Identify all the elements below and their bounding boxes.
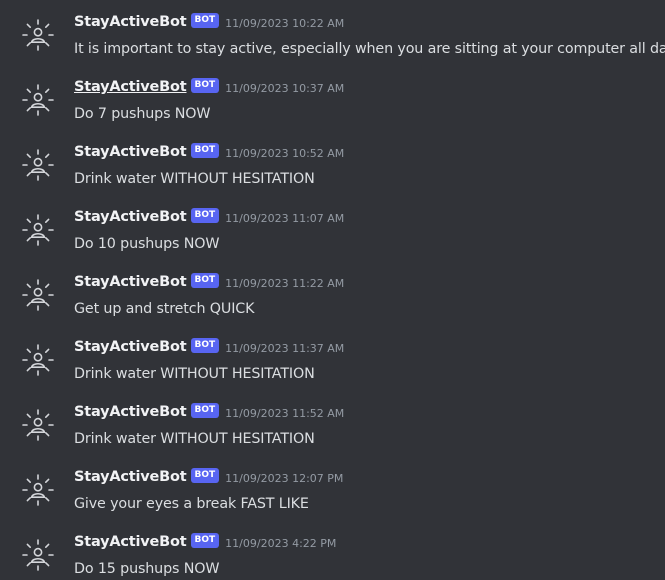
message-content: Drink water WITHOUT HESITATION	[74, 431, 315, 447]
message-header: StayActiveBot BOT 11/09/2023 10:37 AM	[74, 76, 344, 98]
username[interactable]: StayActiveBot	[74, 14, 187, 30]
message: StayActiveBot BOT 11/09/2023 10:37 AM Do…	[0, 73, 665, 138]
username[interactable]: StayActiveBot	[74, 534, 187, 550]
bot-tag: BOT	[190, 77, 220, 93]
bot-tag: BOT	[190, 207, 220, 223]
username[interactable]: StayActiveBot	[74, 274, 187, 290]
timestamp[interactable]: 11/09/2023 10:22 AM	[225, 17, 344, 30]
message-header: StayActiveBot BOT 11/09/2023 11:37 AM	[74, 336, 344, 358]
message-header: StayActiveBot BOT 11/09/2023 11:22 AM	[74, 271, 344, 293]
message-content: Do 7 pushups NOW	[74, 106, 211, 122]
message-header: StayActiveBot BOT 11/09/2023 10:22 AM	[74, 11, 344, 33]
timestamp[interactable]: 11/09/2023 10:52 AM	[225, 147, 344, 160]
message: StayActiveBot BOT 11/09/2023 11:07 AM Do…	[0, 203, 665, 268]
message-list: StayActiveBot BOT 11/09/2023 10:22 AM It…	[0, 0, 665, 580]
message-content: It is important to stay active, especial…	[74, 41, 665, 57]
message: StayActiveBot BOT 11/09/2023 12:07 PM Gi…	[0, 463, 665, 528]
message-content: Do 10 pushups NOW	[74, 236, 220, 252]
timestamp[interactable]: 11/09/2023 11:07 AM	[225, 212, 344, 225]
bot-avatar-icon[interactable]	[20, 82, 56, 118]
bot-avatar-icon[interactable]	[20, 342, 56, 378]
bot-avatar-icon[interactable]	[20, 407, 56, 443]
message: StayActiveBot BOT 11/09/2023 11:22 AM Ge…	[0, 268, 665, 333]
message-header: StayActiveBot BOT 11/09/2023 11:07 AM	[74, 206, 344, 228]
username[interactable]: StayActiveBot	[74, 79, 187, 95]
bot-avatar-icon[interactable]	[20, 277, 56, 313]
username[interactable]: StayActiveBot	[74, 469, 187, 485]
message-header: StayActiveBot BOT 11/09/2023 4:22 PM	[74, 531, 336, 553]
username[interactable]: StayActiveBot	[74, 209, 187, 225]
username[interactable]: StayActiveBot	[74, 404, 187, 420]
message: StayActiveBot BOT 11/09/2023 11:52 AM Dr…	[0, 398, 665, 463]
bot-tag: BOT	[190, 467, 220, 483]
bot-tag: BOT	[190, 532, 220, 548]
timestamp[interactable]: 11/09/2023 11:37 AM	[225, 342, 344, 355]
bot-avatar-icon[interactable]	[20, 147, 56, 183]
message: StayActiveBot BOT 11/09/2023 10:52 AM Dr…	[0, 138, 665, 203]
bot-avatar-icon[interactable]	[20, 17, 56, 53]
username[interactable]: StayActiveBot	[74, 339, 187, 355]
timestamp[interactable]: 11/09/2023 11:52 AM	[225, 407, 344, 420]
message-content: Give your eyes a break FAST LIKE	[74, 496, 309, 512]
bot-tag: BOT	[190, 337, 220, 353]
bot-tag: BOT	[190, 12, 220, 28]
message: StayActiveBot BOT 11/09/2023 4:22 PM Do …	[0, 528, 665, 580]
message-header: StayActiveBot BOT 11/09/2023 11:52 AM	[74, 401, 344, 423]
bot-tag: BOT	[190, 142, 220, 158]
message: StayActiveBot BOT 11/09/2023 11:37 AM Dr…	[0, 333, 665, 398]
message-content: Drink water WITHOUT HESITATION	[74, 171, 315, 187]
message: StayActiveBot BOT 11/09/2023 10:22 AM It…	[0, 8, 665, 73]
bot-avatar-icon[interactable]	[20, 537, 56, 573]
bot-avatar-icon[interactable]	[20, 472, 56, 508]
message-header: StayActiveBot BOT 11/09/2023 12:07 PM	[74, 466, 343, 488]
timestamp[interactable]: 11/09/2023 11:22 AM	[225, 277, 344, 290]
bot-tag: BOT	[190, 402, 220, 418]
timestamp[interactable]: 11/09/2023 4:22 PM	[225, 537, 336, 550]
bot-tag: BOT	[190, 272, 220, 288]
message-content: Drink water WITHOUT HESITATION	[74, 366, 315, 382]
message-content: Do 15 pushups NOW	[74, 561, 220, 577]
message-header: StayActiveBot BOT 11/09/2023 10:52 AM	[74, 141, 344, 163]
timestamp[interactable]: 11/09/2023 10:37 AM	[225, 82, 344, 95]
timestamp[interactable]: 11/09/2023 12:07 PM	[225, 472, 343, 485]
bot-avatar-icon[interactable]	[20, 212, 56, 248]
username[interactable]: StayActiveBot	[74, 144, 187, 160]
message-content: Get up and stretch QUICK	[74, 301, 255, 317]
